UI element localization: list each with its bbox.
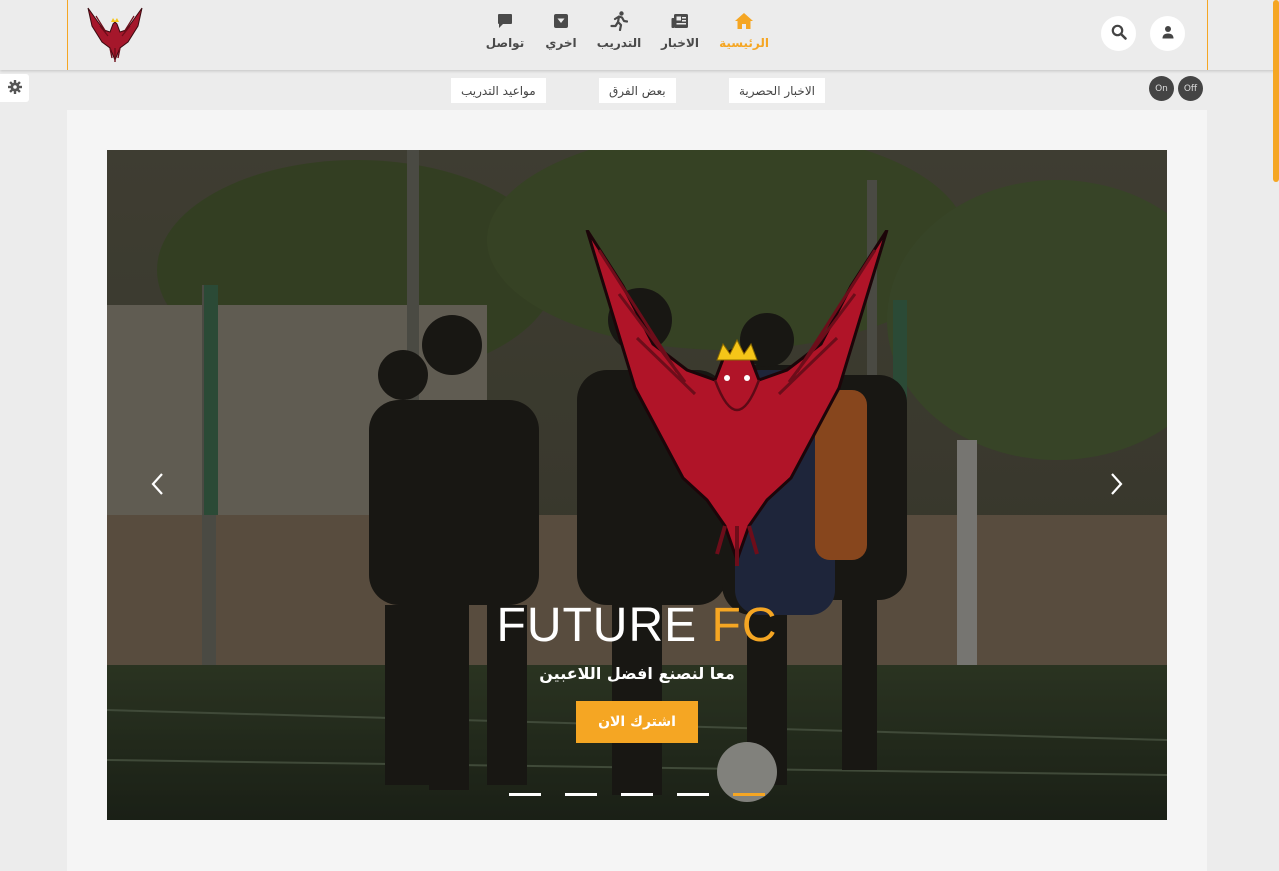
- hero-title-main: FUTURE: [496, 599, 698, 652]
- nav-item-other[interactable]: اخري: [531, 10, 591, 60]
- nav-item-contact[interactable]: تواصل: [475, 10, 535, 60]
- home-icon: [734, 10, 754, 32]
- nav-item-label: تواصل: [485, 36, 525, 50]
- quick-link-training-schedule[interactable]: مواعيد التدريب: [451, 78, 546, 103]
- slider-dot[interactable]: [621, 793, 653, 796]
- user-account-button[interactable]: [1150, 16, 1185, 51]
- toggle-off-button[interactable]: Off: [1178, 76, 1203, 101]
- nav-item-label: اخري: [545, 36, 577, 50]
- slider-dot[interactable]: [509, 793, 541, 796]
- settings-button[interactable]: [0, 74, 29, 102]
- slider-indicators: [107, 793, 1167, 799]
- top-navbar: الرئيسية الاخبار التدريب اخري تواصل: [0, 0, 1279, 70]
- slider-dot[interactable]: [677, 793, 709, 796]
- user-icon: [1161, 24, 1175, 43]
- chevron-right-icon: [1110, 472, 1124, 500]
- running-icon: [609, 10, 629, 32]
- subscribe-now-button[interactable]: اشترك الان: [576, 701, 698, 743]
- main-nav: الرئيسية الاخبار التدريب اخري تواصل: [0, 10, 1279, 60]
- nav-item-label: الرئيسية: [719, 36, 769, 50]
- chat-bubble-icon: [495, 10, 515, 32]
- scrollbar-thumb[interactable]: [1273, 0, 1279, 182]
- slider-dot[interactable]: [565, 793, 597, 796]
- hero-title: FUTURE FC: [107, 598, 1167, 653]
- hero-subtitle: معا لنصنع افضل اللاعبين: [539, 664, 735, 683]
- newspaper-icon: [670, 10, 690, 32]
- hero-title-accent: FC: [711, 599, 778, 652]
- search-icon: [1111, 24, 1127, 44]
- nav-item-training[interactable]: التدريب: [589, 10, 649, 60]
- toggle-on-button[interactable]: On: [1149, 76, 1174, 101]
- nav-item-label: الاخبار: [660, 36, 699, 50]
- nav-item-news[interactable]: الاخبار: [650, 10, 710, 60]
- future-fc-crest: [585, 230, 889, 566]
- slider-dot[interactable]: [733, 793, 765, 796]
- search-button[interactable]: [1101, 16, 1136, 51]
- slider-next-button[interactable]: [1102, 466, 1132, 506]
- page-scrollbar[interactable]: [1273, 0, 1279, 871]
- nav-item-home[interactable]: الرئيسية: [714, 10, 774, 60]
- gear-icon: [7, 79, 22, 98]
- archive-box-icon: [551, 10, 571, 32]
- nav-item-label: التدريب: [596, 36, 642, 50]
- hero-slider: FUTURE FC معا لنصنع افضل اللاعبين اشترك …: [107, 150, 1167, 820]
- quick-link-exclusive-news[interactable]: الاخبار الحصرية: [729, 78, 826, 103]
- quick-link-some-teams[interactable]: بعض الفرق: [599, 78, 676, 103]
- chevron-left-icon: [150, 472, 164, 500]
- slider-prev-button[interactable]: [142, 466, 172, 506]
